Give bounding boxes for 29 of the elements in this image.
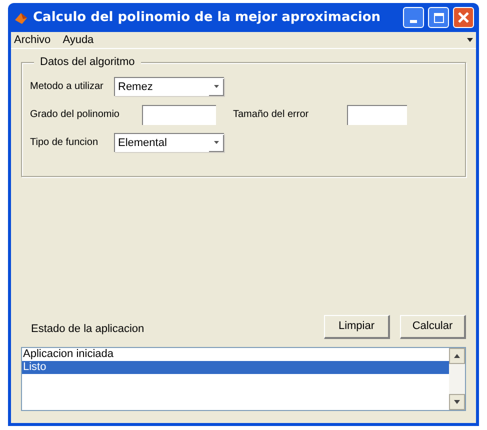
log-entry[interactable]: Aplicacion iniciada [22,348,449,361]
field-label: Grado del polinomio [30,108,120,122]
action-button[interactable]: Calcular [400,315,466,339]
caret-icon[interactable] [209,78,224,96]
field-label: Metodo a utilizar [30,80,104,94]
action-button[interactable]: Limpiar [324,315,390,339]
field-label: Tipo de funcion [30,136,100,150]
dropdown[interactable]: Remez [114,77,224,96]
maximize-button[interactable] [428,7,449,28]
input-field[interactable] [142,104,216,124]
minimize-icon [410,20,417,23]
caret-icon[interactable] [209,134,224,152]
dropdown[interactable]: Elemental [114,133,224,152]
field-label: Tamaño del error [233,108,310,122]
status-label: Estado de la aplicacion [30,322,146,336]
scroll-up-icon[interactable] [449,348,465,364]
minimize-button[interactable] [403,7,424,28]
log-entry[interactable]: Listo [22,361,449,374]
menu-item[interactable]: Archivo [14,32,51,48]
scrollbar[interactable] [449,348,465,410]
maximize-icon [434,12,444,22]
panel-legend: Datos del algoritmo [34,55,141,69]
window-title: Calculo del polinomio de la mejor aproximacion [33,8,382,27]
arrow-icon[interactable] [467,37,473,43]
close-button[interactable] [453,7,474,28]
input-field[interactable] [347,104,407,124]
close-icon [458,12,469,23]
scroll-down-icon[interactable] [449,394,465,410]
menu-item[interactable]: Ayuda [62,32,94,48]
